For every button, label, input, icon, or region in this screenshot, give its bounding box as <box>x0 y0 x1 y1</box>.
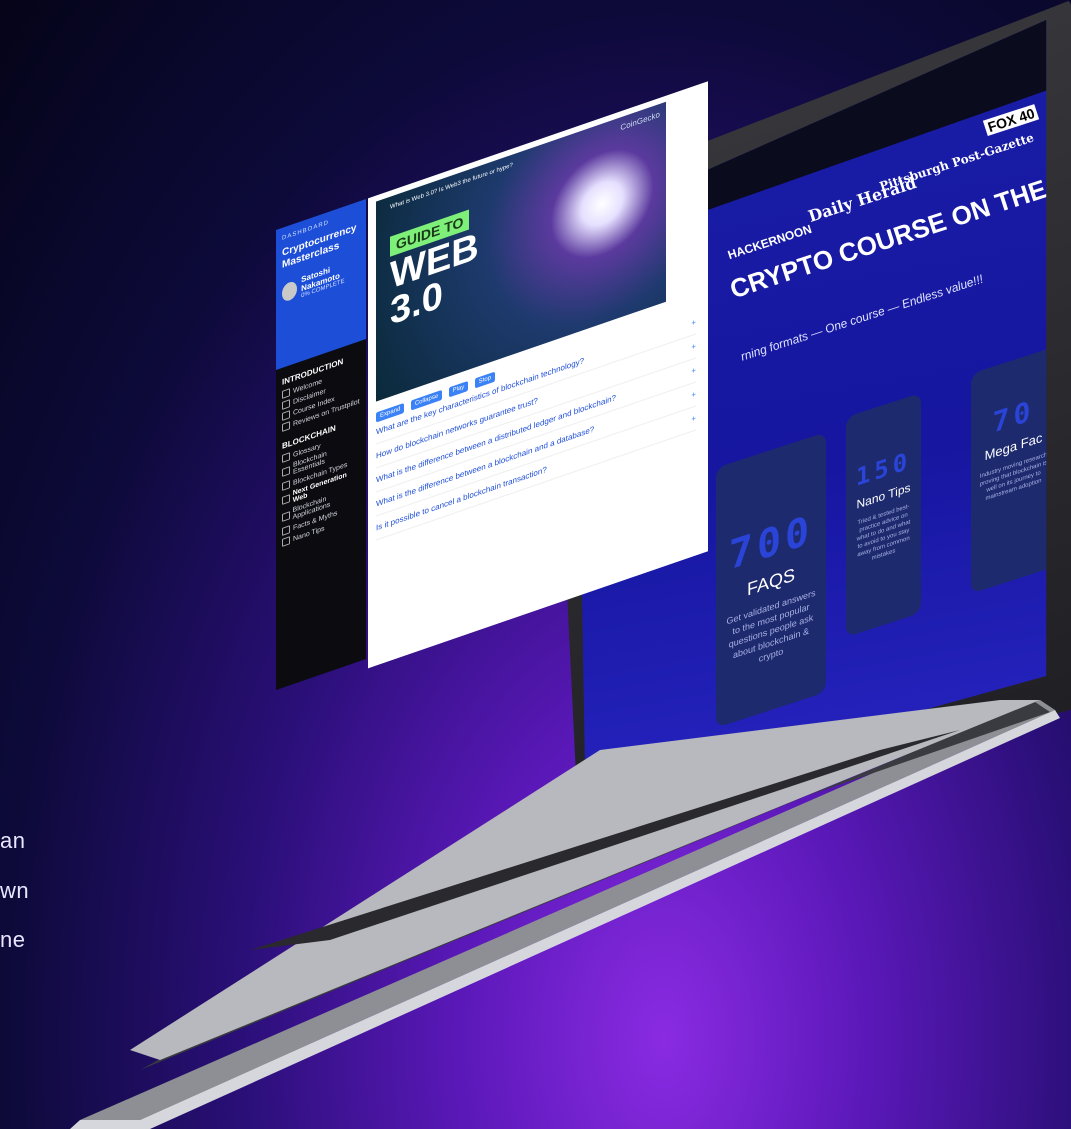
document-icon <box>282 511 290 522</box>
document-icon <box>282 421 290 432</box>
faq-card[interactable]: 700 FAQS Get validated answers to the mo… <box>716 432 826 728</box>
document-icon <box>282 452 290 463</box>
document-icon <box>282 410 290 421</box>
mega-facts-card[interactable]: 70 Mega Fac Industry moving research pro… <box>971 346 1047 594</box>
document-icon <box>282 399 290 410</box>
nano-tips-card[interactable]: 150 Nano Tips Tried & tested best-practi… <box>846 392 921 638</box>
clock-icon <box>282 388 290 399</box>
plus-icon[interactable]: + <box>691 413 696 424</box>
lesson-content: What is Web 3.0? Is Web3 the future or h… <box>368 81 708 669</box>
document-icon <box>282 466 290 477</box>
plus-icon[interactable]: + <box>691 341 696 352</box>
document-icon <box>282 525 290 536</box>
plus-icon[interactable]: + <box>691 389 696 400</box>
avatar <box>282 279 298 303</box>
plus-icon[interactable]: + <box>691 317 696 328</box>
document-icon <box>282 494 290 505</box>
coingecko-logo: CoinGecko <box>620 109 660 133</box>
document-icon <box>282 536 290 547</box>
course-sidebar: DASHBOARD Cryptocurrency Masterclass Sat… <box>276 199 366 691</box>
document-icon <box>282 480 290 491</box>
video-title: What is Web 3.0? Is Web3 the future or h… <box>390 162 513 211</box>
plus-icon[interactable]: + <box>691 365 696 376</box>
nano-tips-desc: Tried & tested best-practice advice on w… <box>856 503 911 562</box>
